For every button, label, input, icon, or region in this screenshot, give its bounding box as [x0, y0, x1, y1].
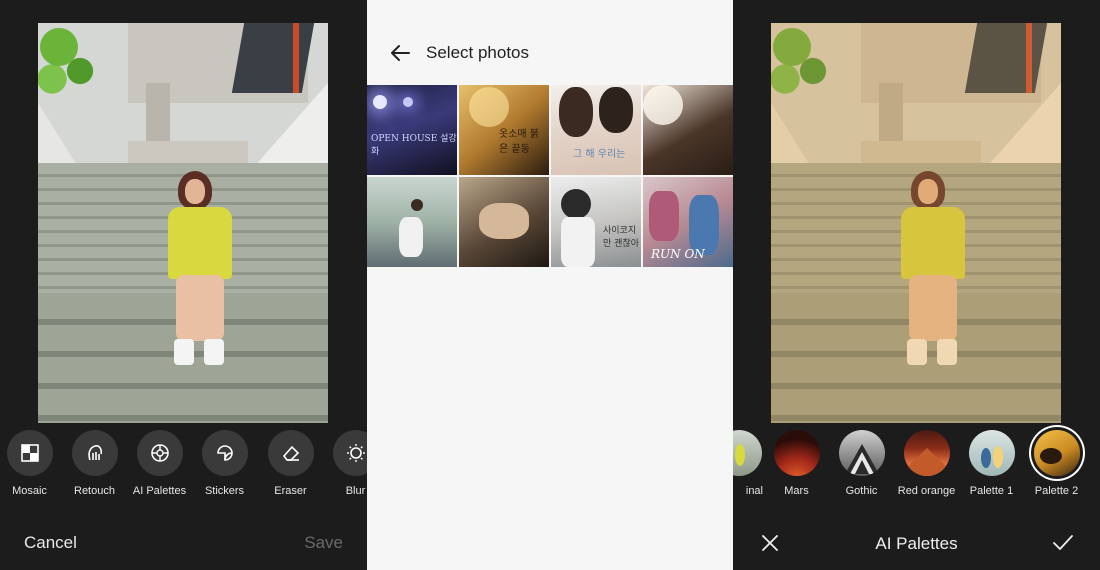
mosaic-icon — [20, 444, 39, 462]
photo-thumbnail[interactable]: 그 해 우리는 — [551, 85, 641, 175]
palette-preview-photo — [771, 23, 1061, 423]
tool-label: Retouch — [74, 485, 115, 497]
thumbnail-caption: 옷소매 붉은 끝동 — [499, 129, 539, 155]
palette-gothic[interactable]: Gothic — [829, 428, 894, 497]
palette-icon — [150, 444, 169, 462]
palette-label: Gothic — [845, 485, 878, 497]
photo-preview — [38, 23, 328, 423]
tool-ai-palettes[interactable]: AI Palettes — [127, 428, 192, 497]
tool-stickers[interactable]: Stickers — [192, 428, 257, 497]
palette-strip: inal Mars Gothic Red orange Palette 1 Pa… — [733, 428, 1100, 503]
gothic-thumbnail-art — [844, 444, 879, 474]
photo-thumbnail[interactable]: 옷소매 붉은 끝동 — [459, 85, 549, 175]
back-arrow-icon[interactable] — [389, 42, 411, 64]
retouch-icon — [87, 445, 102, 461]
palette-label: Red orange — [897, 485, 956, 497]
palette-2[interactable]: Palette 2 — [1024, 428, 1089, 497]
palette-mars[interactable]: Mars — [764, 428, 829, 497]
palette-bottom-bar: AI Palettes — [733, 518, 1100, 570]
tool-eraser[interactable]: Eraser — [258, 428, 323, 497]
tool-label: Eraser — [274, 485, 307, 497]
photo-thumbnail[interactable]: OPEN HOUSE 설강화 — [367, 85, 457, 175]
tool-label: AI Palettes — [132, 485, 187, 497]
palette-label: Mars — [784, 485, 809, 497]
ai-palettes-panel: inal Mars Gothic Red orange Palette 1 Pa… — [733, 0, 1100, 570]
select-photos-header: Select photos — [367, 36, 733, 70]
palette-1[interactable]: Palette 1 — [959, 428, 1024, 497]
thumbnail-caption: 사이코지만 괜찮아 — [603, 226, 639, 249]
tool-label: Blur — [345, 485, 366, 497]
select-photos-panel: Select photos OPEN HOUSE 설강화 옷소매 붉은 끝동 그… — [367, 0, 733, 570]
tool-retouch[interactable]: Retouch — [62, 428, 127, 497]
cancel-button[interactable]: Cancel — [24, 533, 77, 553]
edit-tools-bar: Mosaic Retouch AI Palettes Stickers Eras… — [0, 428, 367, 503]
editor-bottom-bar: Cancel Save — [0, 518, 367, 570]
panel-title: AI Palettes — [875, 534, 958, 553]
palette-label: Palette 2 — [1034, 485, 1079, 497]
tool-label: Mosaic — [12, 485, 47, 497]
tool-mosaic[interactable]: Mosaic — [0, 428, 62, 497]
blur-icon — [346, 444, 365, 462]
save-button[interactable]: Save — [304, 533, 343, 553]
tool-label: Stickers — [204, 485, 245, 497]
thumbnail-caption: 그 해 우리는 — [573, 149, 626, 160]
photo-thumbnail[interactable] — [367, 177, 457, 267]
eraser-icon — [282, 445, 299, 461]
thumbnail-caption: OPEN HOUSE 설강화 — [371, 134, 457, 157]
photo-thumbnail[interactable]: RUN ON — [643, 177, 733, 267]
photo-thumbnail[interactable]: 사이코지만 괜찮아 — [551, 177, 641, 267]
sticker-icon — [216, 445, 233, 461]
photo-thumbnail[interactable] — [459, 177, 549, 267]
palette-label: Palette 1 — [969, 485, 1014, 497]
photo-editor-panel: Mosaic Retouch AI Palettes Stickers Eras… — [0, 0, 367, 570]
red-orange-thumbnail-art — [903, 448, 950, 476]
thumbnail-caption: RUN ON — [651, 247, 705, 261]
confirm-check-icon[interactable] — [1052, 533, 1074, 553]
photo-thumbnail[interactable] — [643, 85, 733, 175]
palette-red-orange[interactable]: Red orange — [894, 428, 959, 497]
tool-blur[interactable]: Blur — [323, 428, 367, 497]
page-title: Select photos — [426, 43, 530, 62]
photo-grid: OPEN HOUSE 설강화 옷소매 붉은 끝동 그 해 우리는 사이코지만 괜… — [367, 85, 733, 268]
